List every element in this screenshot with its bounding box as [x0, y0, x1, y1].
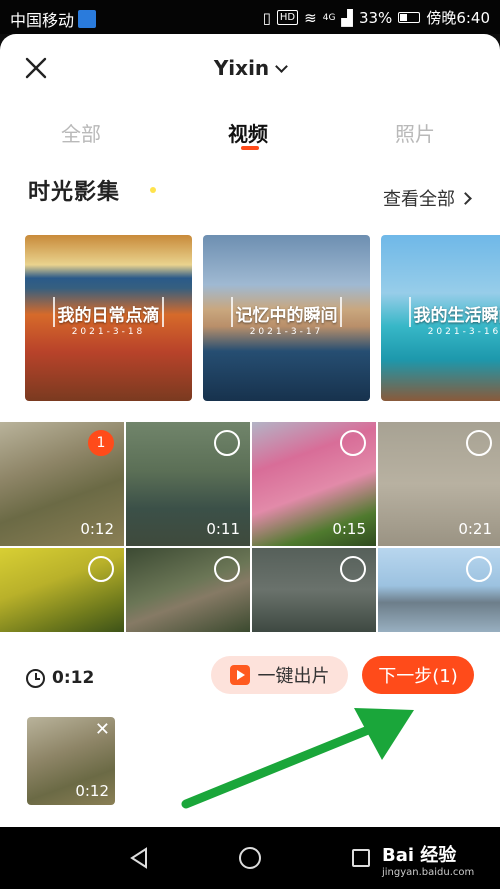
moments-title: 时光影集 [28, 180, 121, 205]
active-tab-indicator [241, 146, 259, 150]
album-selector[interactable]: Yixin [0, 56, 500, 80]
video-duration: 0:15 [332, 520, 366, 538]
video-thumbnail[interactable]: 0:11 [126, 422, 250, 546]
album-caption: 我的日常点滴 [57, 306, 160, 326]
album-date: 2021-3-17 [249, 327, 324, 337]
selection-badge[interactable]: 1 [88, 430, 114, 456]
view-all-link[interactable]: 查看全部 [383, 185, 472, 211]
album-caption: 记忆中的瞬间 [235, 306, 338, 326]
video-thumbnail[interactable] [378, 548, 500, 632]
home-icon[interactable] [239, 847, 261, 869]
select-circle[interactable] [340, 556, 366, 582]
selected-clip-duration: 0:12 [75, 782, 109, 800]
play-icon [229, 665, 250, 685]
status-time: 傍晚6:40 [426, 9, 490, 27]
select-circle[interactable] [214, 556, 240, 582]
select-circle[interactable] [466, 430, 492, 456]
selected-clip[interactable]: ✕ 0:12 [27, 717, 115, 805]
video-thumbnail[interactable]: 0:15 [252, 422, 376, 546]
watermark-brand: Bai 经验 [382, 845, 457, 866]
carrier-group: 中国移动 [10, 7, 97, 31]
tab-photos[interactable]: 照片 [395, 118, 435, 147]
video-thumbnail[interactable]: 1 0:12 [0, 422, 124, 546]
chevron-right-icon [459, 192, 472, 205]
back-icon[interactable] [128, 847, 150, 869]
video-thumbnail[interactable]: 0:21 [378, 422, 500, 546]
battery-percent: 33% [358, 8, 393, 27]
remove-icon[interactable]: ✕ [95, 719, 110, 740]
carrier-label: 中国移动 [10, 11, 75, 30]
decor-dot [150, 187, 156, 193]
network-type: 4G [322, 12, 336, 23]
tab-bar: 全部 视频 照片 [0, 118, 500, 158]
video-duration: 0:12 [80, 520, 114, 538]
status-icons: ▯ HD ≋ 4G ▟ 33% 傍晚6:40 [263, 7, 490, 28]
total-duration: 0:12 [26, 668, 94, 688]
album-card[interactable]: 我的日常点滴 2021-3-18 [25, 235, 192, 401]
signal-icon: ▟ [341, 8, 353, 27]
tab-all[interactable]: 全部 [61, 118, 101, 147]
one-click-label: 一键出片 [257, 666, 330, 687]
watermark-url: jingyan.baidu.com [382, 867, 475, 878]
next-step-button[interactable]: 下一步(1) [362, 656, 474, 694]
clock-icon [26, 668, 45, 688]
video-thumbnail[interactable] [0, 548, 124, 632]
recents-icon[interactable] [352, 849, 370, 867]
action-bar: 0:12 一键出片 下一步(1) [0, 652, 500, 702]
video-duration: 0:11 [206, 520, 240, 538]
battery-icon [398, 12, 421, 23]
album-card[interactable]: 我的生活瞬间 2021-3-16 [381, 235, 500, 401]
select-circle[interactable] [88, 556, 114, 582]
moments-heading: 时光影集 [24, 174, 156, 208]
view-all-label: 查看全部 [383, 189, 455, 210]
carrier-app-icon [78, 10, 97, 28]
select-circle[interactable] [214, 430, 240, 456]
video-thumbnail[interactable] [126, 548, 250, 632]
wifi-icon: ≋ [304, 8, 317, 27]
album-date: 2021-3-18 [71, 327, 146, 337]
album-date: 2021-3-16 [427, 327, 500, 337]
video-thumbnail[interactable] [252, 548, 376, 632]
one-click-create-button[interactable]: 一键出片 [211, 656, 348, 694]
annotation-arrow [181, 708, 414, 809]
vibrate-icon: ▯ [262, 8, 271, 27]
hd-icon: HD [276, 10, 299, 25]
select-circle[interactable] [340, 430, 366, 456]
total-duration-value: 0:12 [52, 668, 95, 688]
chevron-down-icon [275, 60, 289, 73]
status-bar: 中国移动 ▯ HD ≋ 4G ▟ 33% 傍晚6:40 [0, 0, 500, 34]
select-circle[interactable] [466, 556, 492, 582]
album-carousel[interactable]: 我的日常点滴 2021-3-18 记忆中的瞬间 2021-3-17 我的生活瞬间… [25, 235, 500, 401]
system-nav-bar: Bai 经验 jingyan.baidu.com [0, 827, 500, 889]
video-duration: 0:21 [458, 520, 492, 538]
video-grid: 1 0:12 0:11 0:15 0:21 [0, 422, 500, 632]
decor-dot [124, 198, 134, 208]
album-card[interactable]: 记忆中的瞬间 2021-3-17 [203, 235, 370, 401]
album-title: Yixin [213, 56, 270, 80]
album-caption: 我的生活瞬间 [413, 306, 500, 326]
tab-videos[interactable]: 视频 [228, 118, 268, 147]
